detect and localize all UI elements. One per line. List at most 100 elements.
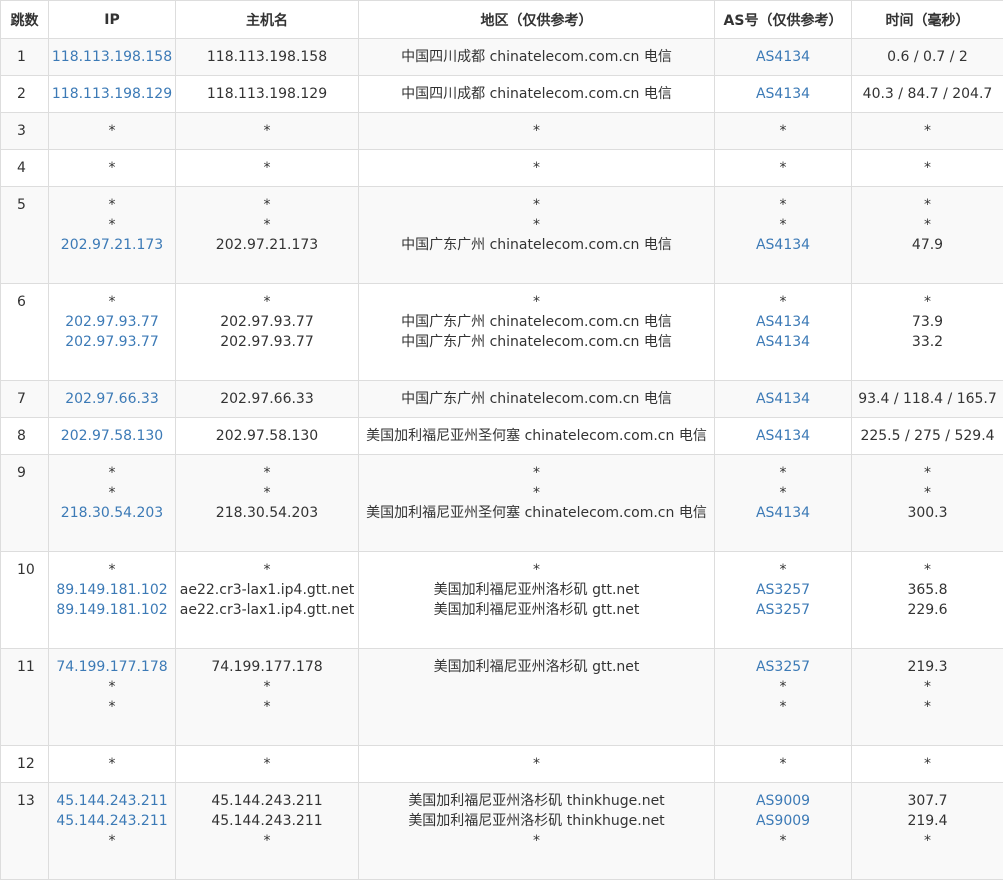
as-cell: * — [715, 113, 852, 150]
ip-link[interactable]: 202.97.66.33 — [65, 391, 159, 407]
as-cell: **AS4134 — [715, 187, 852, 284]
header-hostname: 主机名 — [176, 1, 359, 39]
table-row: 3***** — [1, 113, 1003, 150]
as-link[interactable]: AS4134 — [756, 428, 810, 444]
time-cell: 0.6 / 0.7 / 2 — [852, 39, 1003, 76]
ip-link[interactable]: 202.97.93.77 — [65, 334, 159, 350]
cell-line: AS9009 — [715, 811, 851, 831]
as-cell: AS4134 — [715, 76, 852, 113]
as-link[interactable]: AS4134 — [756, 86, 810, 102]
cell-text: 74.199.177.178 — [176, 657, 358, 677]
cell-text: * — [852, 292, 1003, 312]
as-link[interactable]: AS4134 — [756, 237, 810, 253]
time-cell: 219.3** — [852, 649, 1003, 746]
cell-text: 202.97.66.33 — [176, 389, 358, 409]
time-cell: *73.933.2 — [852, 284, 1003, 381]
hop-number: 10 — [17, 560, 48, 580]
cell-text: * — [49, 697, 175, 717]
as-link[interactable]: AS4134 — [756, 314, 810, 330]
cell-text: 45.144.243.211 — [176, 791, 358, 811]
cell-text: 美国加利福尼亚州圣何塞 chinatelecom.com.cn 电信 — [359, 426, 714, 446]
ip-link[interactable]: 218.30.54.203 — [61, 505, 163, 521]
cell-text: 美国加利福尼亚州洛杉矶 gtt.net — [359, 600, 714, 620]
cell-text: * — [715, 677, 851, 697]
hostname-cell: *ae22.cr3-lax1.ip4.gtt.netae22.cr3-lax1.… — [176, 552, 359, 649]
as-link[interactable]: AS3257 — [756, 582, 810, 598]
cell-text: * — [49, 195, 175, 215]
ip-link[interactable]: 45.144.243.211 — [56, 793, 167, 809]
ip-link[interactable]: 118.113.198.158 — [52, 49, 172, 65]
region-cell: 美国加利福尼亚州洛杉矶 thinkhuge.net美国加利福尼亚州洛杉矶 thi… — [359, 783, 715, 880]
ip-link[interactable]: 74.199.177.178 — [56, 659, 167, 675]
cell-line: 45.144.243.211 — [49, 791, 175, 811]
as-link[interactable]: AS9009 — [756, 813, 810, 829]
table-row: 8202.97.58.130202.97.58.130美国加利福尼亚州圣何塞 c… — [1, 418, 1003, 455]
ip-cell: * — [49, 746, 176, 783]
ip-link[interactable]: 202.97.93.77 — [65, 314, 159, 330]
cell-line: 202.97.66.33 — [49, 389, 175, 409]
as-link[interactable]: AS3257 — [756, 602, 810, 618]
table-row: 2118.113.198.129118.113.198.129中国四川成都 ch… — [1, 76, 1003, 113]
cell-line: AS4134 — [715, 332, 851, 352]
cell-text: * — [359, 121, 714, 141]
table-row: 1345.144.243.21145.144.243.211*45.144.24… — [1, 783, 1003, 880]
ip-cell: 202.97.58.130 — [49, 418, 176, 455]
cell-text: * — [49, 831, 175, 851]
ip-link[interactable]: 89.149.181.102 — [56, 582, 167, 598]
hostname-cell: **218.30.54.203 — [176, 455, 359, 552]
region-cell: **中国广东广州 chinatelecom.com.cn 电信 — [359, 187, 715, 284]
ip-link[interactable]: 89.149.181.102 — [56, 602, 167, 618]
cell-text: * — [852, 483, 1003, 503]
hop-cell: 7 — [1, 381, 49, 418]
cell-text: * — [49, 483, 175, 503]
hop-number: 3 — [17, 121, 48, 141]
as-link[interactable]: AS4134 — [756, 505, 810, 521]
region-cell: 美国加利福尼亚州圣何塞 chinatelecom.com.cn 电信 — [359, 418, 715, 455]
cell-text: 219.4 — [852, 811, 1003, 831]
cell-text: * — [49, 158, 175, 178]
ip-link[interactable]: 202.97.21.173 — [61, 237, 163, 253]
ip-link[interactable]: 45.144.243.211 — [56, 813, 167, 829]
cell-text: * — [176, 483, 358, 503]
time-cell: 307.7219.4* — [852, 783, 1003, 880]
time-cell: *365.8229.6 — [852, 552, 1003, 649]
cell-text: * — [852, 831, 1003, 851]
cell-text: 73.9 — [852, 312, 1003, 332]
hop-number: 5 — [17, 195, 48, 215]
as-link[interactable]: AS4134 — [756, 334, 810, 350]
as-cell: AS4134 — [715, 381, 852, 418]
cell-text: * — [49, 677, 175, 697]
as-link[interactable]: AS4134 — [756, 391, 810, 407]
header-region: 地区（仅供参考） — [359, 1, 715, 39]
ip-cell: *202.97.93.77202.97.93.77 — [49, 284, 176, 381]
ip-cell: * — [49, 113, 176, 150]
cell-text: 307.7 — [852, 791, 1003, 811]
time-cell: **300.3 — [852, 455, 1003, 552]
cell-text: 0.6 / 0.7 / 2 — [852, 47, 1003, 67]
region-cell: 美国加利福尼亚州洛杉矶 gtt.net — [359, 649, 715, 746]
cell-text: * — [715, 697, 851, 717]
hop-number: 9 — [17, 463, 48, 483]
hostname-cell: **202.97.21.173 — [176, 187, 359, 284]
cell-text: * — [176, 158, 358, 178]
region-cell: **美国加利福尼亚州圣何塞 chinatelecom.com.cn 电信 — [359, 455, 715, 552]
ip-link[interactable]: 202.97.58.130 — [61, 428, 163, 444]
cell-line: AS3257 — [715, 657, 851, 677]
table-row: 6*202.97.93.77202.97.93.77*202.97.93.772… — [1, 284, 1003, 381]
region-cell: * — [359, 150, 715, 187]
as-link[interactable]: AS9009 — [756, 793, 810, 809]
table-body: 1118.113.198.158118.113.198.158中国四川成都 ch… — [1, 39, 1003, 880]
cell-text: * — [359, 463, 714, 483]
cell-text: 219.3 — [852, 657, 1003, 677]
as-cell: AS9009AS9009* — [715, 783, 852, 880]
hostname-cell: 74.199.177.178** — [176, 649, 359, 746]
as-link[interactable]: AS4134 — [756, 49, 810, 65]
hop-number: 8 — [17, 426, 48, 446]
as-link[interactable]: AS3257 — [756, 659, 810, 675]
cell-text: 45.144.243.211 — [176, 811, 358, 831]
cell-text: ae22.cr3-lax1.ip4.gtt.net — [176, 600, 358, 620]
cell-text: 365.8 — [852, 580, 1003, 600]
hop-cell: 6 — [1, 284, 49, 381]
ip-cell: **202.97.21.173 — [49, 187, 176, 284]
ip-link[interactable]: 118.113.198.129 — [52, 86, 172, 102]
